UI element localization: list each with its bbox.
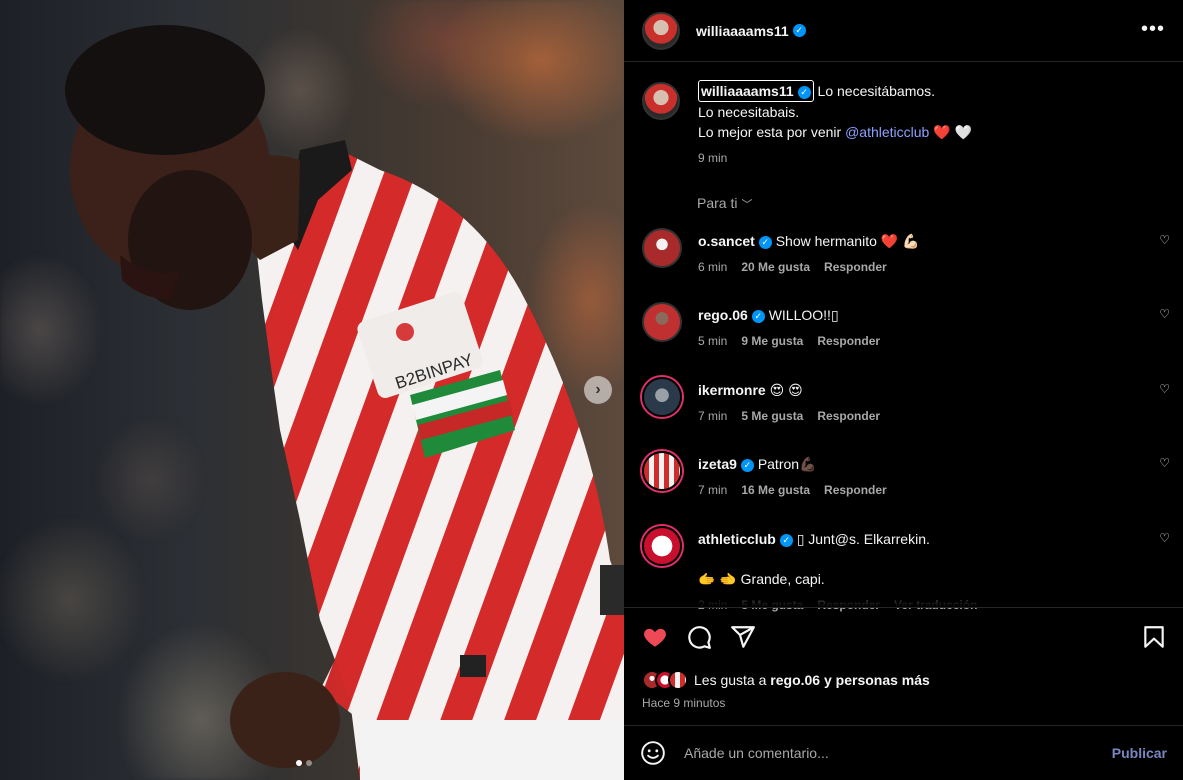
comment-text: ▯ Junt@s. Elkarrekin. (796, 531, 930, 547)
reply-button[interactable]: Responder (824, 481, 887, 499)
commenter-username[interactable]: athleticclub (698, 531, 776, 547)
caption-username[interactable]: williaaaams11 (701, 83, 794, 99)
verified-badge-icon: ✓ (797, 85, 811, 99)
smiley-icon[interactable] (640, 740, 666, 766)
commenter-avatar[interactable] (642, 228, 682, 268)
bookmark-icon[interactable] (1141, 624, 1167, 650)
carousel-dots (296, 760, 312, 766)
comment-like-heart-icon[interactable]: ♡ (1159, 307, 1170, 321)
comment-text: Show hermanito ❤️ 💪🏻 (775, 233, 920, 249)
sort-label: Para ti (697, 195, 738, 211)
caption-line-2: Lo necesitabais. (698, 104, 800, 120)
caption-line-1: Lo necesitábamos. (817, 83, 936, 99)
post-caption: williaaaams11 ✓ Lo necesitábamos. Lo nece… (642, 80, 1162, 168)
player-illustration: B2BINPAY (65, 25, 624, 780)
reply-button[interactable]: Responder (817, 332, 880, 350)
comment-time: 7 min (698, 409, 728, 423)
carousel-dot-active (296, 760, 302, 766)
mention-link[interactable]: @athleticclub (845, 124, 929, 140)
comment-text: Patron💪🏿 (757, 456, 817, 472)
reply-button[interactable]: Responder (817, 407, 880, 425)
verified-badge-icon: ✓ (758, 235, 772, 249)
comment-composer: Publicar (624, 725, 1183, 780)
comment-likes[interactable]: 20 Me gusta (741, 258, 810, 276)
caption-avatar[interactable] (642, 82, 680, 120)
comment-text: 😍 😍 (769, 382, 803, 398)
carousel-dot (306, 760, 312, 766)
comment-item: ikermonre 😍 😍 7 min 5 Me gusta Responder… (642, 377, 1170, 425)
verified-badge-icon: ✓ (740, 458, 754, 472)
more-options-icon[interactable]: ••• (1141, 18, 1165, 41)
caption-time: 9 min (698, 151, 728, 165)
likes-prefix: Les gusta a (694, 672, 767, 688)
author-avatar[interactable] (642, 11, 680, 50)
comment-like-heart-icon[interactable]: ♡ (1159, 382, 1170, 396)
author-username[interactable]: williaaaams11 (696, 23, 789, 39)
carousel-next-button[interactable]: › (584, 376, 612, 404)
likes-summary: Les gusta a rego.06 y personas más (642, 670, 930, 690)
verified-badge-icon: ✓ (779, 533, 793, 547)
comment-text: WILLOO!!▯ (768, 307, 839, 323)
commenter-avatar-story[interactable] (642, 451, 682, 491)
likes-others-link[interactable]: y personas más (824, 672, 930, 688)
commenter-username[interactable]: o.sancet (698, 233, 755, 249)
comment-item: o.sancet ✓ Show hermanito ❤️ 💪🏻 6 min 20 … (642, 228, 1170, 276)
likers-avatars[interactable] (642, 670, 688, 690)
comment-likes[interactable]: 16 Me gusta (741, 481, 810, 499)
chevron-down-icon: ﹀ (741, 199, 753, 211)
send-icon[interactable] (730, 624, 756, 650)
post-actions: Les gusta a rego.06 y personas más Hace … (624, 607, 1183, 725)
liker-avatar (668, 670, 688, 690)
comment-time: 6 min (698, 260, 728, 274)
red-heart-emoji: ❤️ (933, 124, 951, 140)
comment-time: 7 min (698, 483, 728, 497)
commenter-username[interactable]: izeta9 (698, 456, 737, 472)
publish-button[interactable]: Publicar (1112, 745, 1167, 761)
comment-likes[interactable]: 5 Me gusta (741, 407, 803, 425)
post-photo[interactable]: B2BINPAY › (0, 0, 624, 780)
comment-time: 5 min (698, 334, 728, 348)
comment-item: rego.06 ✓ WILLOO!!▯ 5 min 9 Me gusta Resp… (642, 302, 1170, 350)
comment-item: izeta9 ✓ Patron💪🏿 7 min 16 Me gusta Respo… (642, 451, 1170, 499)
comment-like-heart-icon[interactable]: ♡ (1159, 531, 1170, 545)
white-heart-emoji: 🤍 (954, 124, 972, 140)
commenter-avatar-story[interactable] (642, 377, 682, 417)
commenter-username[interactable]: ikermonre (698, 382, 766, 398)
commenter-avatar[interactable] (642, 302, 682, 342)
reply-button[interactable]: Responder (824, 258, 887, 276)
liker-username[interactable]: rego.06 (770, 672, 820, 688)
comment-sort-dropdown[interactable]: Para ti ﹀ (697, 195, 752, 212)
commenter-avatar-story[interactable] (642, 526, 682, 566)
caption-line-3: Lo mejor esta por venir (698, 124, 842, 140)
comment-likes[interactable]: 9 Me gusta (741, 332, 803, 350)
comments-fade (624, 585, 1183, 607)
comment-icon[interactable] (686, 624, 712, 650)
post-side-panel: williaaaams11 ✓ ••• williaaaams11 ✓ Lo ne… (624, 0, 1183, 780)
comment-input[interactable] (684, 745, 1112, 761)
post-time: Hace 9 minutos (642, 696, 726, 710)
comment-like-heart-icon[interactable]: ♡ (1159, 233, 1170, 247)
verified-badge-icon: ✓ (751, 309, 765, 323)
comment-like-heart-icon[interactable]: ♡ (1159, 456, 1170, 470)
heart-filled-icon[interactable] (642, 624, 668, 650)
post-header: williaaaams11 ✓ ••• (624, 0, 1183, 62)
verified-badge-icon: ✓ (792, 24, 806, 37)
commenter-username[interactable]: rego.06 (698, 307, 748, 323)
